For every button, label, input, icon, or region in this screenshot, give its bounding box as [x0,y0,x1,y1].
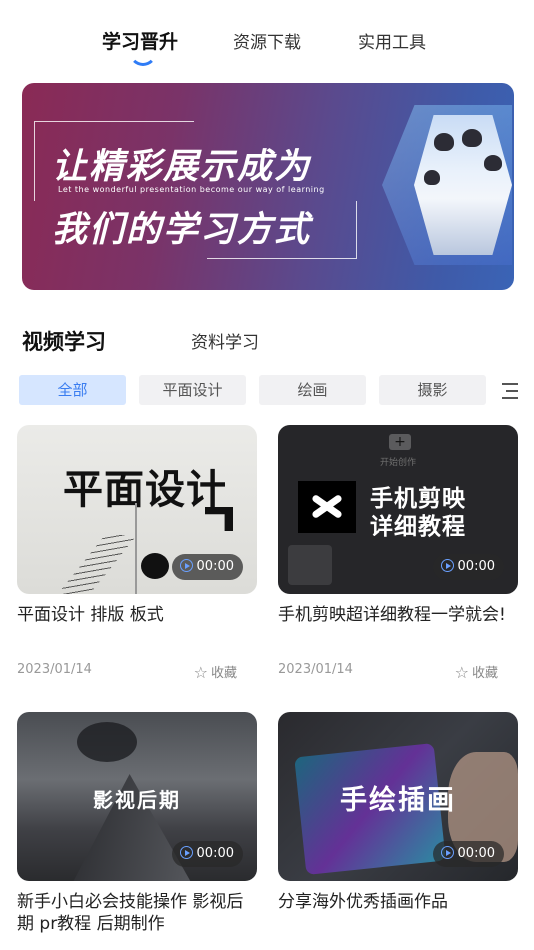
capcut-logo-icon [298,481,356,533]
duration-text: 00:00 [196,559,234,574]
thumbnail-text: 影视后期 [93,788,181,812]
category-filter-bar: 全部 平面设计 绘画 摄影 [19,375,534,407]
favorite-button[interactable]: ☆ 收藏 [194,662,237,682]
favorite-label: 收藏 [210,666,237,681]
play-icon [440,846,454,859]
tab-resource-download[interactable]: 资源下载 [233,28,301,53]
active-tab-indicator [129,52,155,72]
category-menu-icon[interactable] [498,381,518,401]
video-date: 2023/01/14 [17,662,92,677]
thumbnail-text: 手绘插画 [340,785,456,816]
video-card[interactable]: 手绘插画 00:00 分享海外优秀插画作品 [278,712,518,913]
category-chip-photography[interactable]: 摄影 [379,375,486,405]
star-icon: ☆ [454,663,469,682]
duration-badge: 00:00 [171,841,243,867]
video-title[interactable]: 分享海外优秀插画作品 [278,891,518,913]
video-thumbnail[interactable]: 影视后期 00:00 [17,712,257,881]
play-icon [440,559,454,572]
top-tab-bar: 学习晋升 资源下载 实用工具 [0,0,534,75]
duration-text: 00:00 [196,846,234,861]
thumbnail-decoration [135,503,137,594]
category-chip-graphic-design[interactable]: 平面设计 [139,375,246,405]
video-thumbnail[interactable]: 平面设计 00:00 [17,425,257,594]
duration-badge: 00:00 [432,554,504,580]
tab-material-learning[interactable]: 资料学习 [191,328,259,353]
favorite-button[interactable]: ☆ 收藏 [455,662,498,682]
category-chip-painting[interactable]: 绘画 [259,375,366,405]
duration-text: 00:00 [457,559,495,574]
video-title[interactable]: 新手小白必会技能操作 影视后期 pr教程 后期制作 [17,891,257,935]
video-thumbnail[interactable]: 手绘插画 00:00 [278,712,518,881]
video-card[interactable]: 影视后期 00:00 新手小白必会技能操作 影视后期 pr教程 后期制作 [17,712,257,935]
video-meta: 2023/01/14 ☆ 收藏 [17,662,257,682]
banner-title-line2: 我们的学习方式 [52,210,312,250]
duration-badge: 00:00 [432,841,504,867]
thumbnail-decoration [57,535,137,594]
thumbnail-text: 平面设计 [63,467,227,513]
video-card[interactable]: 平面设计 00:00 平面设计 排版 板式 2023/01/14 ☆ 收藏 [17,425,257,682]
duration-badge: 00:00 [171,554,243,580]
thumbnail-text-line2: 详细教程 [370,514,466,540]
promo-banner[interactable]: 让精彩展示成为 Let the wonderful presentation b… [22,83,514,290]
video-meta: 2023/01/14 ☆ 收藏 [278,662,518,682]
video-title[interactable]: 平面设计 排版 板式 [17,604,257,626]
play-icon [179,559,193,572]
category-chip-all[interactable]: 全部 [19,375,126,405]
thumbnail-decoration [205,507,233,531]
tab-learning-promotion[interactable]: 学习晋升 [102,27,178,54]
thumbnail-decoration [77,722,137,762]
video-date: 2023/01/14 [278,662,353,677]
tab-video-learning[interactable]: 视频学习 [22,326,106,356]
banner-title-line1: 让精彩展示成为 [52,147,312,187]
thumbnail-decoration [141,553,169,579]
video-thumbnail[interactable]: + 开始创作 手机剪映 详细教程 00:00 [278,425,518,594]
banner-students-photo [414,115,512,255]
tab-practical-tools[interactable]: 实用工具 [358,28,426,53]
play-icon [179,846,193,859]
video-title[interactable]: 手机剪映超详细教程一学就会! [278,604,518,626]
favorite-label: 收藏 [471,666,498,681]
star-icon: ☆ [193,663,208,682]
duration-text: 00:00 [457,846,495,861]
video-card[interactable]: + 开始创作 手机剪映 详细教程 00:00 手机剪映超详细教程一学就会! 20… [278,425,518,682]
banner-subtitle: Let the wonderful presentation become ou… [58,185,325,194]
